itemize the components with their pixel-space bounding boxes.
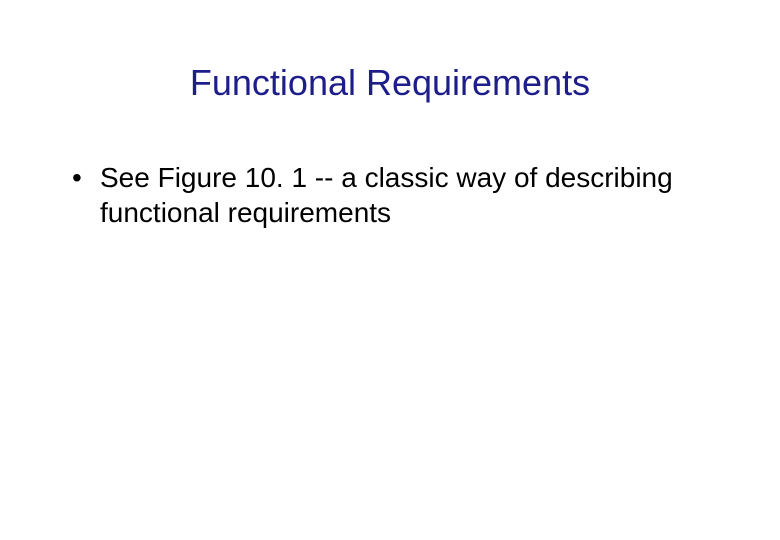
slide-title: Functional Requirements — [0, 62, 780, 104]
slide: Functional Requirements See Figure 10. 1… — [0, 0, 780, 540]
bullet-list: See Figure 10. 1 -- a classic way of des… — [70, 160, 720, 230]
list-item: See Figure 10. 1 -- a classic way of des… — [70, 160, 720, 230]
